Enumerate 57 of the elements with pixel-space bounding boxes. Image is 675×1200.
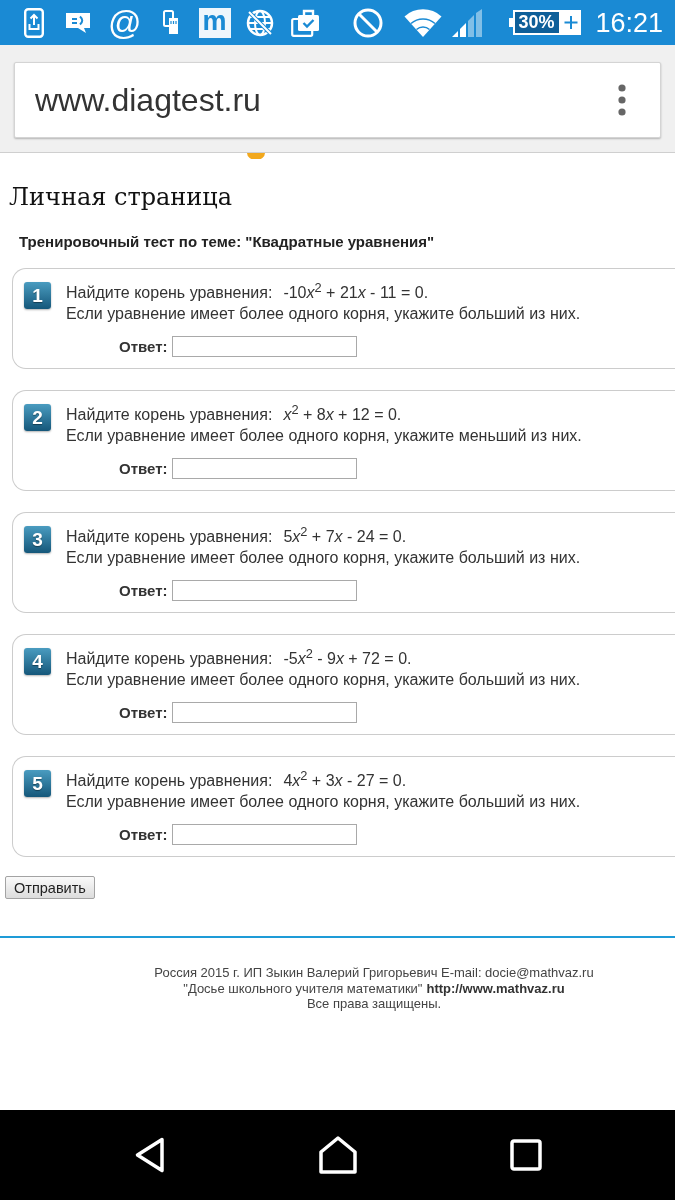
submit-button[interactable]: Отправить <box>5 876 95 899</box>
question-number: 1 <box>24 282 51 309</box>
question-number: 4 <box>24 648 51 675</box>
wifi-icon <box>403 7 442 38</box>
clock: 16:21 <box>595 7 664 38</box>
globe-crossed-icon <box>245 8 274 37</box>
question-number: 2 <box>24 404 51 431</box>
answer-field[interactable] <box>171 336 357 357</box>
equation: -10x$^{2}$ + 21x - 11 = 0. <box>283 282 429 303</box>
logo-edge-icon <box>247 153 265 159</box>
question-prompt: Найдите корень уравнения: <box>66 649 273 669</box>
sim-card-icon <box>162 10 179 35</box>
answer-label: Ответ: <box>119 704 168 721</box>
blocked-icon <box>352 7 383 38</box>
at-sign-icon: @ <box>108 5 142 40</box>
page-title: Личная страница <box>9 182 233 213</box>
question-note: Если уравнение имеет более одного корня, укажите больший из них. <box>66 548 581 568</box>
test-title: Тренировочный тест по теме: "Квадратные уравнения" <box>19 233 435 251</box>
phone-upload-icon <box>24 7 44 38</box>
question-prompt: Найдите корень уравнения: <box>66 771 273 791</box>
answer-field[interactable] <box>171 458 357 479</box>
address-bar[interactable]: www.diagtest.ru <box>14 62 661 138</box>
back-icon[interactable] <box>133 1137 166 1173</box>
answer-field[interactable] <box>171 580 357 601</box>
answer-label: Ответ: <box>119 826 168 843</box>
question-note: Если уравнение имеет более одного корня, укажите меньший из них. <box>66 426 582 446</box>
equation: 4x$^{2}$ + 3x - 27 = 0. <box>283 770 407 791</box>
app-letter-icon: m <box>198 7 231 38</box>
briefcase-check-icon <box>290 8 320 37</box>
question-prompt: Найдите корень уравнения: <box>66 283 273 303</box>
battery-indicator: 30% <box>512 10 561 35</box>
home-icon[interactable] <box>317 1136 358 1174</box>
question-number: 3 <box>24 526 51 553</box>
answer-label: Ответ: <box>119 460 168 477</box>
recent-apps-icon[interactable] <box>509 1139 542 1171</box>
question-note: Если уравнение имеет более одного корня, укажите больший из них. <box>66 670 581 690</box>
site-link[interactable]: http://www.mathvaz.ru <box>426 980 565 996</box>
message-icon <box>65 11 91 34</box>
site-name: "Досье школьного учителя математики" <box>183 980 423 996</box>
question-note: Если уравнение имеет более одного корня, укажите больший из них. <box>66 304 581 324</box>
menu-icon[interactable] <box>618 84 626 116</box>
charging-plus-icon <box>560 10 581 35</box>
question-prompt: Найдите корень уравнения: <box>66 527 273 547</box>
answer-label: Ответ: <box>119 582 168 599</box>
question-number: 5 <box>24 770 51 797</box>
question-note: Если уравнение имеет более одного корня, укажите больший из них. <box>66 792 581 812</box>
equation: 5x$^{2}$ + 7x - 24 = 0. <box>283 526 407 547</box>
signal-icon <box>451 8 482 37</box>
equation: x$^{2}$ + 8x + 12 = 0. <box>283 404 402 425</box>
question-prompt: Найдите корень уравнения: <box>66 405 273 425</box>
equation: -5x$^{2}$ - 9x + 72 = 0. <box>283 648 412 669</box>
answer-label: Ответ: <box>119 338 168 355</box>
answer-field[interactable] <box>171 702 357 723</box>
answer-field[interactable] <box>171 824 357 845</box>
footer-credits: Россия 2015 г. ИП Зыкин Валерий Григорьевич E-mail: docie@mathvaz.ru <box>154 965 594 981</box>
copyright-text: Все права защищены. <box>306 996 442 1012</box>
url-text: www.diagtest.ru <box>35 82 261 118</box>
